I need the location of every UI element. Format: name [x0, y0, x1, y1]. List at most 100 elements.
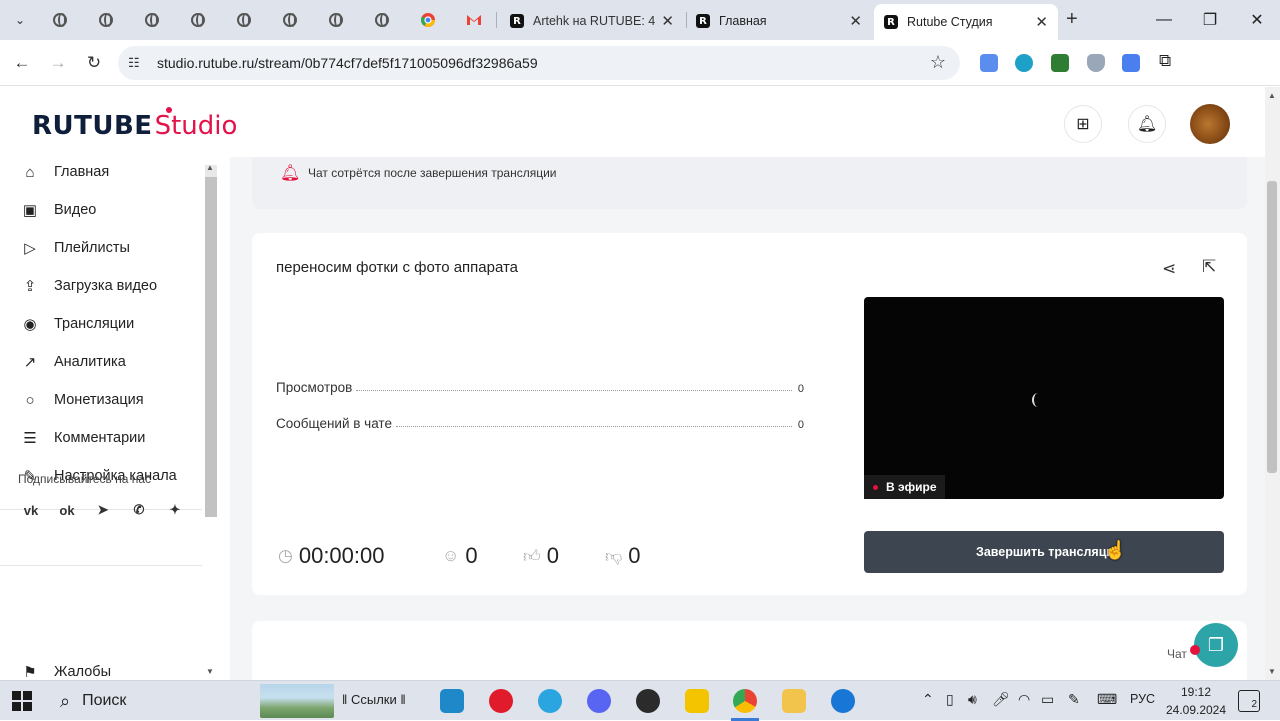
- windows-start-icon[interactable]: [12, 691, 32, 711]
- sidebar-item-broadcasts[interactable]: ◉ Трансляции: [18, 311, 134, 337]
- tray-device-icon[interactable]: ▯: [946, 691, 954, 708]
- sidebar-item-label: Трансляции: [54, 316, 135, 332]
- live-badge: В эфире: [864, 475, 945, 499]
- pinned-tab-1[interactable]: [50, 10, 70, 30]
- language-indicator[interactable]: РУС: [1130, 692, 1155, 706]
- close-window-button[interactable]: ✕: [1243, 6, 1271, 34]
- pinned-tab-3[interactable]: [142, 10, 162, 30]
- extension-shield-icon[interactable]: [1015, 54, 1033, 72]
- upload-icon: ⇪: [23, 278, 37, 295]
- sidebar-item-analytics[interactable]: ↗ Аналитика: [18, 349, 126, 375]
- share-icon[interactable]: ⋖: [1162, 259, 1176, 279]
- minimize-button[interactable]: —: [1150, 6, 1178, 34]
- address-bar[interactable]: ☷ studio.rutube.ru/stream/0b774cf7def5f1…: [118, 46, 960, 80]
- pinned-tab-4[interactable]: [188, 10, 208, 30]
- page-scroll-down-icon[interactable]: ▼: [1268, 667, 1276, 676]
- pinned-tab-2[interactable]: [96, 10, 116, 30]
- tab-search-dropdown[interactable]: ⌄: [8, 8, 32, 32]
- sidebar-item-monetization[interactable]: ○ Монетизация: [18, 387, 143, 413]
- pinned-tab-5[interactable]: [234, 10, 254, 30]
- extension-translate-icon[interactable]: [1122, 54, 1140, 72]
- stat-value: 0: [797, 383, 804, 395]
- follow-us-label: Подписывайтесь на нас: [18, 472, 152, 486]
- end-stream-button[interactable]: Завершить трансляцию ☝: [864, 531, 1224, 573]
- bookmark-star-icon[interactable]: ☆: [930, 52, 946, 73]
- sidebar-item-complaints[interactable]: ⚑ Жалобы: [18, 659, 111, 680]
- stream-title: переносим фотки с фото аппарата: [276, 259, 519, 276]
- volume-icon[interactable]: 🔊︎: [968, 691, 977, 708]
- new-tab-button[interactable]: +: [1066, 8, 1078, 31]
- network-icon[interactable]: ◠: [1018, 691, 1030, 708]
- taskbar-app-blue-icon[interactable]: [831, 689, 855, 713]
- extensions-puzzle-icon[interactable]: ⧉: [1159, 51, 1177, 70]
- taskbar-clock[interactable]: 19:12 24.09.2024: [1164, 683, 1228, 719]
- taskbar-telegram-icon[interactable]: [538, 689, 562, 713]
- sidebar-scrollbar-thumb[interactable]: [205, 177, 217, 517]
- back-button[interactable]: ←: [9, 50, 35, 76]
- sidebar-item-upload[interactable]: ⇪ Загрузка видео: [18, 273, 157, 299]
- sidebar-item-video[interactable]: ▣ Видео: [18, 197, 96, 223]
- rutube-studio-logo[interactable]: RUTUBE Studio: [32, 107, 237, 141]
- close-tab-icon[interactable]: ✕: [849, 12, 862, 30]
- create-button[interactable]: ⊞: [1064, 105, 1102, 143]
- forward-button[interactable]: →: [45, 50, 71, 76]
- taskbar-app-media-icon[interactable]: [440, 689, 464, 713]
- site-info-icon[interactable]: ☷: [128, 55, 146, 71]
- support-chat-button[interactable]: ❐: [1190, 623, 1238, 667]
- chat-notice: 🔔︎ Чат сотрётся после завершения трансля…: [252, 157, 1247, 209]
- open-external-icon[interactable]: ⇱: [1202, 257, 1216, 277]
- battery-icon[interactable]: ▭: [1041, 691, 1054, 708]
- pinned-tab-6[interactable]: [280, 10, 300, 30]
- bell-icon: 🔔︎: [1136, 116, 1158, 133]
- taskbar-chrome-icon[interactable]: [733, 689, 757, 713]
- sidebar-scroll-up-icon[interactable]: ▲: [206, 163, 214, 172]
- taskbar-app-yellow-icon[interactable]: [685, 689, 709, 713]
- sidebar-scroll-down-icon[interactable]: ▼: [206, 667, 214, 676]
- analytics-icon: ↗: [23, 354, 37, 371]
- restore-button[interactable]: ❐: [1196, 6, 1224, 34]
- more-icon[interactable]: ✦: [163, 498, 187, 522]
- microphone-icon[interactable]: 🎤︎: [992, 691, 1010, 708]
- tab-rutube-studio[interactable]: R Rutube Студия ✕: [874, 4, 1058, 40]
- extension-privacy-icon[interactable]: [1087, 54, 1105, 72]
- notifications-button[interactable]: 🔔︎: [1128, 105, 1166, 143]
- video-player[interactable]: В эфире: [864, 297, 1224, 499]
- notification-center-icon[interactable]: 2: [1238, 690, 1260, 712]
- pinned-tab-gmail[interactable]: [464, 10, 484, 30]
- tray-overflow-icon[interactable]: ⌃: [922, 691, 934, 708]
- search-highlight-image[interactable]: [260, 684, 334, 718]
- close-tab-icon[interactable]: ✕: [661, 12, 674, 30]
- extension-docs-icon[interactable]: [980, 54, 998, 72]
- sidebar-item-comments[interactable]: ☰ Комментарии: [18, 425, 145, 451]
- taskbar-opera-icon[interactable]: [489, 689, 513, 713]
- tab-home[interactable]: R Главная ✕: [686, 6, 872, 36]
- globe-icon: [53, 13, 67, 27]
- vk-icon[interactable]: vk: [19, 498, 43, 522]
- taskbar-obs-icon[interactable]: [636, 689, 660, 713]
- pinned-tab-8[interactable]: [372, 10, 392, 30]
- reload-button[interactable]: ↻: [81, 50, 107, 76]
- browser-toolbar: ← → ↻ ☷ studio.rutube.ru/stream/0b774cf7…: [0, 40, 1280, 113]
- close-tab-icon[interactable]: ✕: [1035, 13, 1048, 31]
- sidebar-item-label: Аналитика: [54, 354, 126, 370]
- sidebar-item-playlists[interactable]: ▷ Плейлисты: [18, 235, 130, 261]
- pinned-tab-7[interactable]: [326, 10, 346, 30]
- taskbar-links-toolbar[interactable]: ‖ Ссылки ‖: [342, 692, 406, 707]
- pinned-tab-chrome-store[interactable]: [418, 10, 438, 30]
- keyboard-icon[interactable]: ⌨: [1097, 691, 1117, 708]
- extension-image-icon[interactable]: [1051, 54, 1069, 72]
- channel-avatar[interactable]: [1190, 104, 1230, 144]
- page-scrollbar-thumb[interactable]: [1267, 181, 1277, 473]
- tab-title: Rutube Студия: [907, 15, 993, 29]
- page-scroll-up-icon[interactable]: ▲: [1268, 91, 1276, 100]
- playlist-icon: ▷: [24, 240, 36, 257]
- pen-icon[interactable]: ✎: [1068, 691, 1080, 708]
- taskbar-discord-icon[interactable]: [587, 689, 611, 713]
- taskbar-explorer-icon[interactable]: [782, 689, 806, 713]
- tab-artehk[interactable]: R Artehk на RUTUBE: 4 ✕: [500, 6, 684, 36]
- odnoklassniki-icon[interactable]: ok: [55, 498, 79, 522]
- url-text[interactable]: studio.rutube.ru/stream/0b774cf7def5f171…: [157, 55, 538, 71]
- viber-icon[interactable]: ✆: [127, 498, 151, 522]
- telegram-icon[interactable]: ➤: [91, 498, 115, 522]
- sidebar-item-home[interactable]: ⌂ Главная: [18, 159, 109, 185]
